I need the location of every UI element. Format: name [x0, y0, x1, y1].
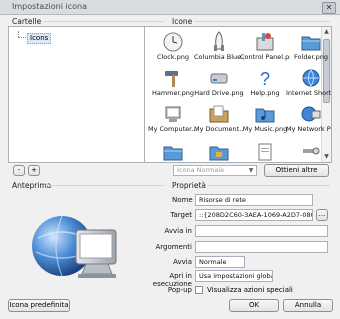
icon-item-label: My Computer.... — [148, 125, 198, 133]
icon-item-label: Internet Shortcut.png — [286, 89, 332, 97]
preview-rule — [46, 185, 164, 186]
start-in-field[interactable] — [195, 225, 328, 237]
start-in-label: Avvia in — [164, 227, 192, 235]
open-run-select[interactable]: Usa impostazioni globali — [195, 270, 273, 282]
default-icon-button[interactable]: Icona predefinita — [8, 299, 70, 312]
folder-icon — [300, 31, 322, 53]
add-folder-button[interactable]: + — [28, 165, 40, 176]
icon-item[interactable] — [148, 141, 198, 162]
icon-item-label: Columbia Blue.png — [194, 53, 244, 61]
lock-folder-icon — [208, 141, 230, 162]
icons-rule — [194, 21, 330, 22]
rocket-icon — [208, 31, 230, 53]
properties-rule — [207, 185, 330, 186]
special-actions-checkbox[interactable] — [195, 286, 203, 294]
icon-item-label: Control Panel.png — [240, 53, 290, 61]
popup-label: Pop-up — [167, 286, 192, 294]
folder-icon — [162, 141, 184, 162]
icon-item[interactable] — [286, 141, 331, 162]
icon-item[interactable] — [240, 141, 290, 162]
icon-item[interactable]: Hammer.png — [148, 67, 198, 97]
svg-text:?: ? — [260, 69, 270, 89]
ok-button[interactable]: OK — [229, 299, 279, 312]
window-title: Impostazioni icona — [12, 2, 87, 11]
cancel-button[interactable]: Annulla — [283, 299, 333, 312]
document-icon — [254, 141, 276, 162]
chevron-down-icon: ▼ — [248, 167, 254, 174]
remove-folder-button[interactable]: - — [13, 165, 25, 176]
close-button[interactable]: ✕ — [322, 2, 336, 14]
icon-item[interactable]: My Computer.... — [148, 103, 198, 133]
folder-item-icons[interactable]: Icons — [27, 33, 52, 44]
control-panel-icon — [254, 31, 276, 53]
icon-item-label: My Music.png — [242, 125, 288, 133]
run-label: Avvia — [173, 258, 192, 266]
browse-target-button[interactable]: ... — [316, 209, 328, 221]
icon-item-label: Help.png — [250, 89, 280, 97]
icon-grid[interactable]: ▲ ▼ Clock.pngColumbia Blue.pngControl Pa… — [144, 26, 332, 163]
clock-icon — [162, 31, 184, 53]
icon-item-label: Hard Drive.png — [194, 89, 244, 97]
music-folder-icon — [254, 103, 276, 125]
icon-item[interactable]: Hard Drive.png — [194, 67, 244, 97]
get-more-button[interactable]: Ottieni altre — [264, 164, 329, 177]
documents-folder-icon — [208, 103, 230, 125]
folders-rule — [44, 21, 164, 22]
icon-item-label: My Network Places.png — [286, 125, 332, 133]
computer-icon — [162, 103, 184, 125]
icons-group-label: Icone — [172, 17, 193, 26]
tools-icon — [300, 141, 322, 162]
icon-item[interactable]: My Document... — [194, 103, 244, 133]
icon-style-select[interactable]: Icona Normale ▼ — [173, 165, 257, 176]
icon-item[interactable]: Internet Shortcut.png — [286, 67, 332, 97]
globe-icon — [300, 67, 322, 89]
special-actions-label: Visualizza azioni speciali — [207, 286, 293, 294]
target-field[interactable]: ::{208D2C60-3AEA-1069-A2D7-08002B30309D} — [195, 209, 313, 221]
run-mode-select[interactable]: Normale — [195, 256, 245, 268]
icon-item[interactable]: Control Panel.png — [240, 31, 290, 61]
title-bar: Impostazioni icona ✕ — [0, 0, 340, 15]
close-icon: ✕ — [325, 3, 333, 12]
icon-item[interactable] — [194, 141, 244, 162]
icon-item[interactable]: Columbia Blue.png — [194, 31, 244, 61]
properties-group-label: Proprietà — [172, 181, 206, 190]
network-globe-icon — [300, 103, 322, 125]
tree-connector — [18, 37, 26, 39]
icon-item[interactable]: My Music.png — [240, 103, 290, 133]
hard-drive-icon — [208, 67, 230, 89]
name-label: Nome — [172, 196, 193, 204]
preview-icon — [28, 208, 124, 288]
icon-item[interactable]: Clock.png — [148, 31, 198, 61]
icon-item-label: Clock.png — [156, 53, 190, 61]
folders-group-label: Cartelle — [12, 17, 42, 26]
icon-item[interactable]: ? Help.png — [240, 67, 290, 97]
arguments-label: Argomenti — [155, 243, 192, 251]
icon-item-label: Folder.png — [294, 53, 328, 61]
hammer-icon — [162, 67, 184, 89]
icon-item[interactable]: My Network Places.png — [286, 103, 332, 133]
icon-item-label: Hammer.png — [151, 89, 195, 97]
name-field[interactable]: Risorse di rete — [195, 194, 313, 206]
icon-item-label: My Document... — [194, 125, 244, 133]
help-icon: ? — [254, 67, 276, 89]
target-label: Target — [170, 211, 192, 219]
arguments-field[interactable] — [195, 241, 328, 253]
icon-item[interactable]: Folder.png — [286, 31, 331, 61]
